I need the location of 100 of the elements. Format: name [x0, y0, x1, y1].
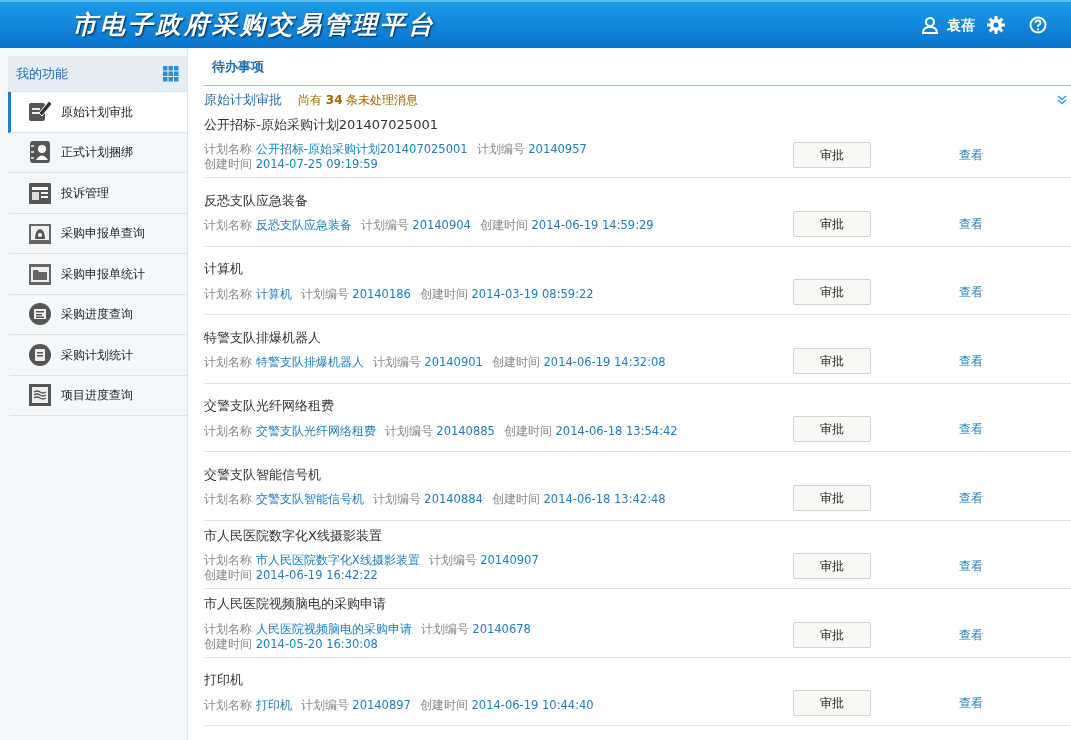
- menu-label: 投诉管理: [61, 184, 109, 202]
- field-label: 创建时间: [204, 636, 252, 651]
- field-label: 计划名称: [204, 423, 252, 438]
- contact-book-icon: [27, 139, 53, 166]
- field-value: 2014-05-20 16:30:08: [255, 636, 378, 651]
- notice-text: 尚有 34 条未处理消息: [298, 91, 419, 109]
- field-value: 2014-06-19 10:44:40: [471, 697, 594, 712]
- view-link[interactable]: 查看: [959, 694, 983, 713]
- field-value: 2014-06-18 13:54:42: [555, 423, 678, 438]
- field-value: 2014-06-19 16:42:22: [255, 568, 378, 582]
- approve-button[interactable]: 审批: [793, 210, 871, 237]
- field-label: 计划编号: [476, 142, 525, 156]
- app-title: 市电子政府采购交易管理平台: [71, 9, 436, 42]
- field-value: 20140897: [352, 697, 411, 712]
- field-label: 计划编号: [384, 423, 433, 438]
- item-title: 交警支队光纤网络租费: [204, 397, 335, 415]
- field-value: 20140885: [436, 423, 495, 438]
- field-label: 计划名称: [204, 218, 252, 232]
- plan-name-link[interactable]: 交警支队智能信号机: [255, 492, 364, 506]
- view-link[interactable]: 查看: [959, 351, 983, 370]
- field-label: 创建时间: [204, 157, 252, 171]
- item-title: 计算机: [204, 260, 244, 278]
- approve-button[interactable]: 审批: [793, 690, 871, 717]
- field-label: 计划名称: [204, 142, 252, 156]
- field-label: 计划名称: [204, 621, 252, 636]
- plan-name-link[interactable]: 计算机: [255, 286, 292, 301]
- panel-title: 待办事项: [212, 57, 264, 76]
- field-label: 计划名称: [204, 553, 252, 567]
- item-title: 市人民医院视频脑电的采购申请: [204, 595, 387, 613]
- field-value: 20140678: [472, 621, 531, 636]
- field-label: 创建时间: [491, 355, 540, 369]
- view-link[interactable]: 查看: [959, 625, 983, 644]
- view-link[interactable]: 查看: [959, 283, 983, 302]
- user-icon[interactable]: [921, 16, 939, 34]
- help-icon[interactable]: [1029, 16, 1047, 34]
- plan-name-link[interactable]: 市人民医院数字化X线摄影装置: [255, 553, 420, 567]
- view-link[interactable]: 查看: [959, 214, 983, 233]
- field-label: 计划编号: [300, 697, 349, 712]
- approve-button[interactable]: 审批: [793, 142, 871, 169]
- plan-name-link[interactable]: 交警支队光纤网络租费: [255, 423, 376, 438]
- field-value: 20140884: [424, 492, 483, 506]
- grid-icon[interactable]: [163, 65, 179, 82]
- field-label: 创建时间: [503, 423, 552, 438]
- section-title: 原始计划审批: [204, 91, 282, 109]
- view-link[interactable]: 查看: [959, 420, 983, 439]
- plan-name-link[interactable]: 打印机: [255, 697, 292, 712]
- field-label: 创建时间: [419, 697, 468, 712]
- approve-button[interactable]: 审批: [793, 416, 871, 443]
- approve-button[interactable]: 审批: [793, 279, 871, 306]
- expand-icon[interactable]: [1057, 94, 1067, 105]
- approve-button[interactable]: 审批: [793, 347, 871, 374]
- menu-label: 原始计划审批: [61, 103, 133, 121]
- field-label: 计划编号: [428, 553, 477, 567]
- field-label: 计划名称: [204, 697, 252, 712]
- field-label: 创建时间: [204, 568, 252, 582]
- field-value: 20140186: [352, 286, 411, 301]
- field-value: 2014-03-19 08:59:22: [471, 286, 594, 301]
- field-value: 20140907: [480, 553, 539, 567]
- field-value: 2014-07-25 09:19:59: [255, 157, 378, 171]
- field-label: 创建时间: [419, 286, 468, 301]
- menu-label: 采购计划统计: [61, 346, 133, 364]
- field-value: 2014-06-18 13:42:48: [543, 492, 666, 506]
- field-label: 计划名称: [204, 492, 252, 506]
- view-link[interactable]: 查看: [959, 557, 983, 576]
- lines-icon: [27, 382, 53, 409]
- field-label: 计划名称: [204, 355, 252, 369]
- field-label: 计划名称: [204, 286, 252, 301]
- plan-name-link[interactable]: 人民医院视频脑电的采购申请: [255, 621, 412, 636]
- sidebar-title: 我的功能: [16, 64, 68, 83]
- settings-icon[interactable]: [987, 16, 1005, 34]
- field-value: 20140904: [412, 218, 471, 232]
- field-value: 2014-06-19 14:32:08: [543, 355, 666, 369]
- plan-name-link[interactable]: 特警支队排爆机器人: [255, 355, 364, 369]
- sidebar-item[interactable]: 原始计划审批: [8, 92, 187, 133]
- field-label: 计划编号: [372, 355, 421, 369]
- item-title: 反恐支队应急装备: [204, 191, 309, 210]
- item-title: 交警支队智能信号机: [204, 465, 322, 484]
- menu-label: 采购申报单查询: [61, 225, 145, 243]
- item-title: 打印机: [204, 671, 244, 689]
- field-label: 创建时间: [491, 492, 540, 506]
- field-value: 20140957: [528, 142, 587, 156]
- field-value: 2014-06-19 14:59:29: [531, 218, 654, 232]
- menu-label: 正式计划捆绑: [61, 144, 133, 162]
- view-link[interactable]: 查看: [959, 146, 983, 165]
- item-title: 市人民医院数字化X线摄影装置: [204, 526, 383, 545]
- menu-label: 采购申报单统计: [61, 265, 145, 283]
- item-title: 公开招标-原始采购计划201407025001: [204, 115, 439, 134]
- plan-name-link[interactable]: 反恐支队应急装备: [255, 218, 352, 232]
- user-name[interactable]: 袁蓓: [947, 14, 975, 36]
- plan-name-link[interactable]: 公开招标-原始采购计划201407025001: [255, 142, 468, 156]
- menu-label: 项目进度查询: [61, 387, 133, 405]
- field-value: 20140901: [424, 355, 483, 369]
- field-label: 计划编号: [360, 218, 409, 232]
- approve-button[interactable]: 审批: [793, 621, 871, 648]
- approve-button[interactable]: 审批: [793, 484, 871, 511]
- item-title: 特警支队排爆机器人: [204, 328, 322, 347]
- view-link[interactable]: 查看: [959, 488, 983, 507]
- approve-button[interactable]: 审批: [793, 553, 871, 580]
- field-label: 计划编号: [300, 286, 349, 301]
- list-icon: [27, 301, 53, 328]
